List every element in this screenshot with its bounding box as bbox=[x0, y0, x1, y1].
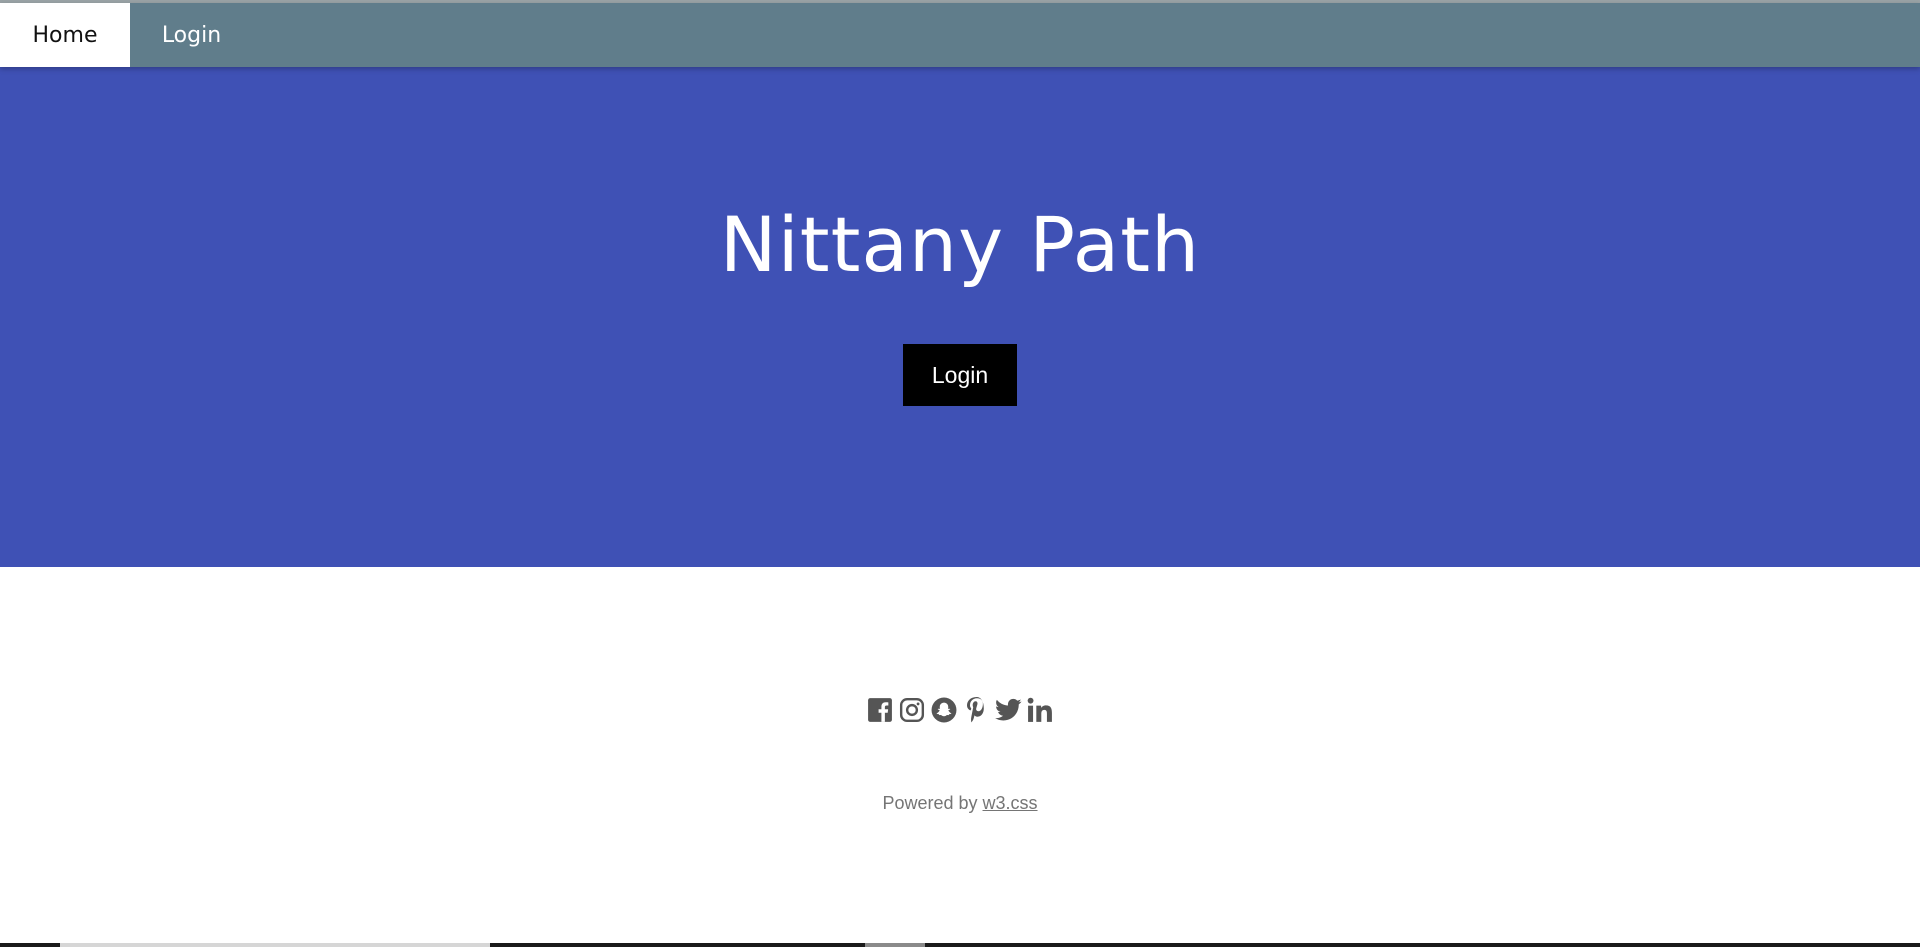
powered-by-label: Powered by bbox=[882, 793, 983, 813]
taskbar-segment bbox=[60, 943, 490, 947]
page-title: Nittany Path bbox=[719, 200, 1201, 289]
login-button[interactable]: Login bbox=[903, 344, 1017, 406]
instagram-icon[interactable] bbox=[899, 694, 926, 726]
snapchat-icon[interactable] bbox=[931, 694, 958, 726]
powered-by-text: Powered by w3.css bbox=[0, 793, 1920, 814]
social-icons bbox=[0, 694, 1920, 726]
linkedin-icon[interactable] bbox=[1027, 694, 1054, 726]
w3css-link[interactable]: w3.css bbox=[983, 793, 1038, 813]
nav-home-link[interactable]: Home bbox=[0, 3, 130, 67]
facebook-icon[interactable] bbox=[867, 694, 894, 726]
pinterest-icon[interactable] bbox=[963, 694, 990, 726]
hero-section: Nittany Path Login bbox=[0, 67, 1920, 567]
twitter-icon[interactable] bbox=[994, 694, 1022, 726]
taskbar-segment bbox=[865, 943, 925, 947]
top-navbar: Home Login bbox=[0, 3, 1920, 67]
nav-login-link[interactable]: Login bbox=[130, 3, 253, 67]
page: Home Login Nittany Path Login Powered by… bbox=[0, 0, 1920, 947]
